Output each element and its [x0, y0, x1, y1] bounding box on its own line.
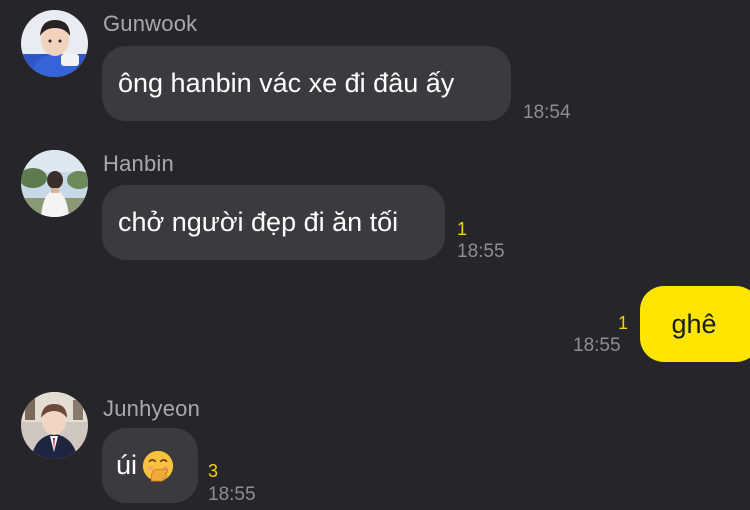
- unread-count: 1: [457, 219, 468, 239]
- avatar-gunwook[interactable]: [21, 10, 88, 77]
- message-bubble-incoming[interactable]: úi: [102, 428, 198, 503]
- message-text: ghê: [671, 308, 717, 339]
- sender-name: Junhyeon: [103, 396, 201, 421]
- avatar-gunwook-photo: [21, 10, 88, 77]
- sender-name: Gunwook: [103, 11, 198, 36]
- chat-message-list: Gunwook ông hanbin vác xe đi đâu ấy 18:5…: [0, 0, 750, 510]
- avatar-hanbin[interactable]: [21, 150, 88, 217]
- message-bubble-incoming[interactable]: ông hanbin vác xe đi đâu ấy: [102, 46, 511, 121]
- face-with-hand-over-mouth-icon: [142, 450, 174, 481]
- avatar-hanbin-photo: [21, 150, 88, 217]
- message-text: chở người đẹp đi ăn tối: [118, 207, 399, 237]
- message-text: ông hanbin vác xe đi đâu ấy: [118, 68, 455, 98]
- message-timestamp: 18:55: [457, 241, 505, 262]
- unread-count: 3: [208, 461, 219, 481]
- sender-name: Hanbin: [103, 151, 174, 176]
- message-timestamp: 18:55: [208, 484, 256, 505]
- unread-count: 1: [618, 313, 629, 333]
- message-timestamp: 18:54: [523, 102, 571, 123]
- message-text: úi: [116, 450, 138, 480]
- message-timestamp: 18:55: [573, 335, 621, 356]
- message-bubble-incoming[interactable]: chở người đẹp đi ăn tối: [102, 185, 445, 260]
- message-bubble-outgoing[interactable]: ghê: [640, 286, 750, 362]
- avatar-junhyeon[interactable]: [21, 392, 88, 459]
- avatar-junhyeon-photo: [21, 392, 88, 459]
